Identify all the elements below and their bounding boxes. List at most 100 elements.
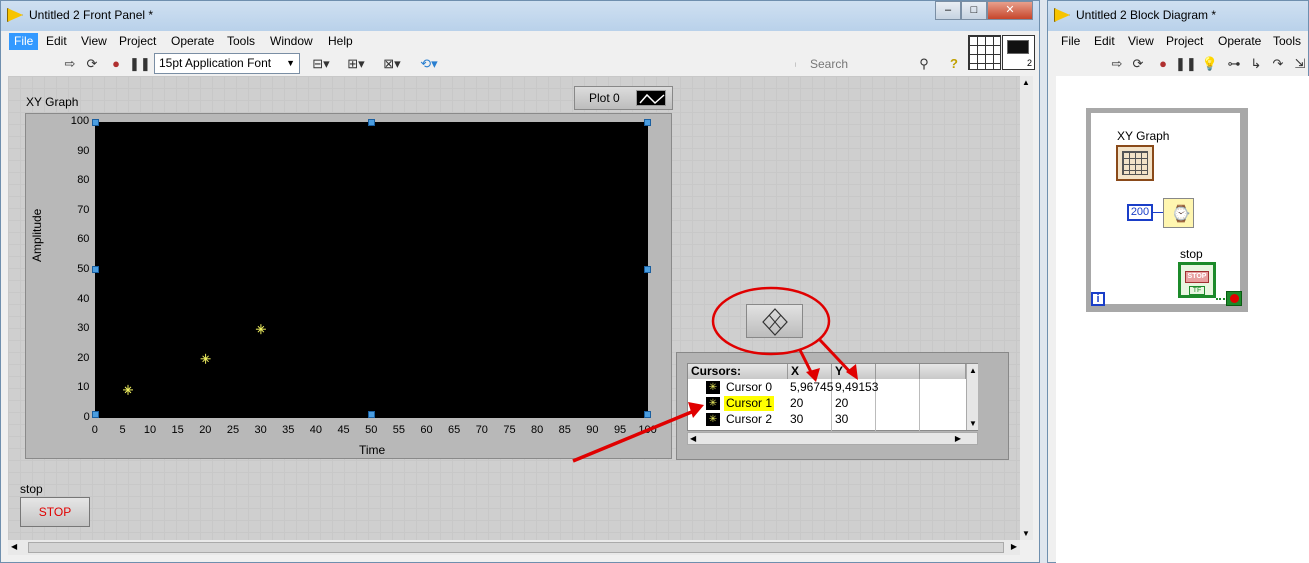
step-out-icon[interactable]: ⇲ (1291, 55, 1309, 73)
connector-pane-icon[interactable] (968, 35, 1001, 70)
menu-operate[interactable]: Operate (166, 33, 219, 50)
cursor-y-value[interactable]: 30 (835, 412, 848, 427)
menu-window[interactable]: Window (265, 33, 318, 50)
menu-file[interactable]: File (9, 33, 39, 50)
cursor-point[interactable] (122, 384, 133, 395)
scroll-right-icon[interactable]: ▶ (955, 434, 961, 443)
selection-handle[interactable] (368, 119, 375, 126)
scroll-down-icon[interactable]: ▼ (969, 419, 977, 428)
help-icon[interactable]: ? (945, 55, 963, 73)
x-tick-label: 40 (309, 424, 323, 436)
stop-terminal-tf: TF (1189, 286, 1205, 295)
cursor-crosshair-icon: ✳ (706, 397, 720, 410)
selection-handle[interactable] (644, 266, 651, 273)
y-tick-label: 100 (70, 115, 90, 127)
reorder-icon[interactable]: ⟲▾ (416, 55, 442, 73)
y-tick-label: 40 (77, 292, 90, 305)
scrollbar-thumb[interactable] (28, 542, 1004, 553)
vi-icon[interactable]: 2 (1002, 35, 1035, 70)
wait-constant[interactable]: 200 (1127, 204, 1153, 221)
y-tick-label: 10 (77, 381, 90, 394)
align-objects-icon[interactable]: ⊟▾ (308, 55, 334, 73)
scroll-left-icon[interactable]: ◀ (11, 542, 17, 551)
abort-icon[interactable]: ● (1154, 55, 1172, 73)
highlight-execution-icon[interactable]: 💡 (1201, 55, 1219, 73)
block-diagram-titlebar[interactable]: Untitled 2 Block Diagram * (1048, 1, 1308, 31)
cursor-col-divider (919, 379, 920, 431)
cursor-table[interactable]: Cursors: X Y ✳ Cursor 0 5,96745 9,49153 … (687, 363, 978, 431)
x-tick-label: 10 (143, 424, 157, 436)
pause-icon[interactable]: ❚❚ (129, 55, 151, 73)
xy-graph-terminal[interactable] (1116, 145, 1154, 181)
scroll-up-icon[interactable]: ▲ (969, 366, 977, 375)
scroll-up-icon[interactable]: ▲ (1022, 78, 1030, 87)
menu-edit[interactable]: Edit (1089, 33, 1120, 50)
scroll-left-icon[interactable]: ◀ (690, 434, 696, 443)
bd-graph-label: XY Graph (1117, 129, 1170, 143)
menu-project[interactable]: Project (1161, 33, 1208, 50)
scroll-down-icon[interactable]: ▼ (1022, 529, 1030, 538)
stop-terminal[interactable]: STOP TF (1178, 262, 1216, 298)
step-over-icon[interactable]: ↷ (1269, 55, 1287, 73)
step-into-icon[interactable]: ↳ (1247, 55, 1265, 73)
run-continuously-icon[interactable]: ⟳ (83, 55, 101, 73)
run-arrow-icon[interactable]: ⇨ (61, 55, 79, 73)
wait-ms-node[interactable]: ⌚ (1163, 198, 1194, 228)
menu-view[interactable]: View (1123, 33, 1159, 50)
close-button[interactable]: ✕ (987, 1, 1033, 20)
cursor-point[interactable] (255, 324, 266, 335)
scroll-right-icon[interactable]: ▶ (1011, 542, 1017, 551)
menu-operate[interactable]: Operate (1213, 33, 1266, 50)
loop-condition-terminal[interactable] (1226, 291, 1242, 306)
minimize-button[interactable]: – (935, 1, 961, 20)
selection-handle[interactable] (92, 411, 99, 418)
menu-edit[interactable]: Edit (41, 33, 72, 50)
run-arrow-icon[interactable]: ⇨ (1108, 55, 1126, 73)
cursor-name: Cursor 0 (726, 380, 773, 394)
resize-objects-icon[interactable]: ⊠▾ (379, 55, 405, 73)
cursor-x-value[interactable]: 20 (790, 396, 803, 411)
stop-button[interactable]: STOP (20, 497, 90, 527)
y-tick-label: 0 (83, 411, 90, 423)
menu-view[interactable]: View (76, 33, 112, 50)
cursor-x-value[interactable]: 30 (790, 412, 803, 427)
table-hscroll[interactable]: ◀ ▶ (687, 432, 978, 445)
abort-icon[interactable]: ● (107, 55, 125, 73)
selection-handle[interactable] (92, 266, 99, 273)
search-icon[interactable]: ⚲ (915, 55, 933, 73)
cursor-y-value[interactable]: 9,49153 (835, 380, 878, 395)
toolbar: ⇨ ⟳ ● ❚❚ 💡 ⊶ ↳ ↷ ⇲ (1048, 51, 1308, 77)
font-select-value: 15pt Application Font (159, 56, 272, 70)
y-tick-label: 80 (77, 174, 90, 187)
front-panel-titlebar[interactable]: Untitled 2 Front Panel * – □ ✕ (1, 1, 1039, 31)
cursor-y-value[interactable]: 20 (835, 396, 848, 411)
horizontal-scrollbar[interactable]: ◀ ▶ (8, 540, 1020, 555)
table-vscroll[interactable]: ▲ ▼ (966, 364, 978, 430)
menu-tools[interactable]: Tools (1268, 33, 1306, 50)
run-continuously-icon[interactable]: ⟳ (1129, 55, 1147, 73)
x-tick-label: 85 (558, 424, 571, 436)
selection-handle[interactable] (644, 119, 651, 126)
cursor-point[interactable] (200, 353, 211, 364)
selection-handle[interactable] (644, 411, 651, 418)
maximize-button[interactable]: □ (961, 1, 987, 20)
font-select[interactable]: 15pt Application Font ▼ (154, 53, 300, 74)
pause-icon[interactable]: ❚❚ (1175, 55, 1197, 73)
cursor-x-value[interactable]: 5,96745 (790, 380, 833, 395)
plot-legend[interactable]: Plot 0 (574, 86, 673, 110)
menu-tools[interactable]: Tools (222, 33, 260, 50)
selection-handle[interactable] (92, 119, 99, 126)
cursor-mover-button[interactable] (746, 304, 803, 338)
vi-icon-badge: 2 (1026, 58, 1032, 68)
distribute-objects-icon[interactable]: ⊞▾ (343, 55, 369, 73)
x-tick-label: 100 (638, 424, 657, 436)
vertical-scrollbar[interactable]: ▲ ▼ (1020, 76, 1033, 540)
menu-project[interactable]: Project (114, 33, 161, 50)
plot-area[interactable] (95, 122, 648, 418)
x-tick-label: 80 (531, 424, 544, 436)
selection-handle[interactable] (368, 411, 375, 418)
menu-help[interactable]: Help (323, 33, 358, 50)
cursor-name: Cursor 2 (726, 412, 773, 426)
menu-file[interactable]: File (1056, 33, 1085, 50)
retain-wire-values-icon[interactable]: ⊶ (1225, 55, 1243, 73)
